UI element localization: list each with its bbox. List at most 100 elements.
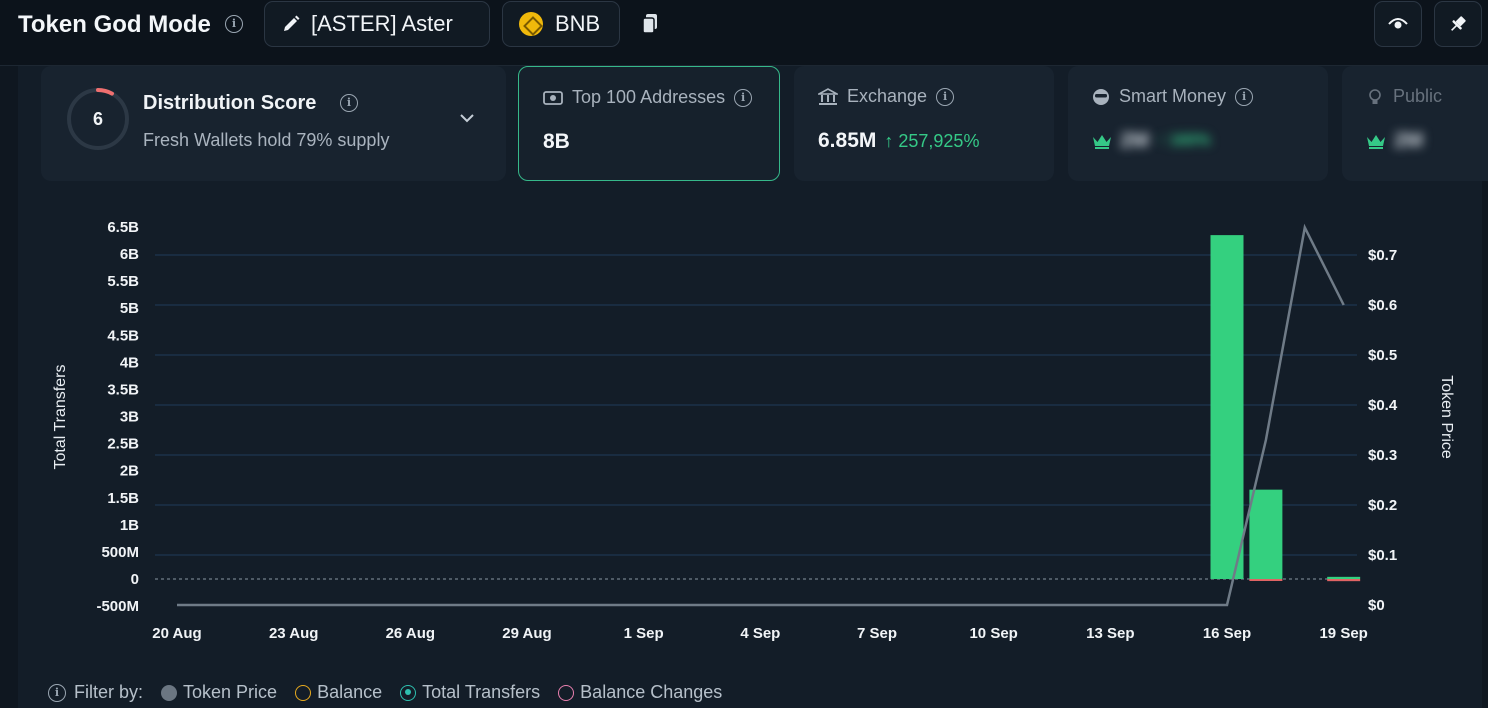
info-icon[interactable]: i [340,94,358,112]
watch-button[interactable] [1374,1,1422,47]
top-100-label-row: Top 100 Addresses i [543,87,752,108]
top-100-label: Top 100 Addresses [572,87,725,108]
filter-balance[interactable]: Balance [295,682,382,703]
token-label: [ASTER] Aster [311,11,453,37]
x-tick-label: 10 Sep [969,625,1017,642]
top-bar: Token God Mode i [ASTER] Aster BNB [0,0,1488,66]
bar-total-transfers[interactable] [1327,577,1360,579]
chain-selector-button[interactable]: BNB [502,1,620,47]
filter-total-transfers-label: Total Transfers [422,682,540,703]
exchange-card[interactable]: Exchange i 6.85M ↑ 257,925% [794,66,1054,181]
public-value: 2M [1394,129,1423,153]
x-tick-label: 7 Sep [857,625,897,642]
y-tick-label: -500M [96,598,139,615]
info-icon[interactable]: i [225,15,243,33]
copy-icon[interactable] [641,13,659,35]
top-100-addresses-card[interactable]: Top 100 Addresses i 8B [518,66,780,181]
y-tick-label: 3B [120,409,139,426]
pin-button[interactable] [1434,1,1482,47]
distribution-score-card[interactable]: 6 Distribution Score i Fresh Wallets hol… [41,66,506,181]
x-tick-label: 13 Sep [1086,625,1134,642]
y-tick-label: 4.5B [107,327,139,344]
x-tick-label: 20 Aug [152,625,201,642]
bar-total-transfers[interactable] [1211,235,1244,579]
public-figure-card[interactable]: Public 2M [1342,66,1488,181]
radio-icon [295,685,311,701]
y2-tick-label: $0.4 [1368,397,1398,414]
exchange-label: Exchange [847,86,927,107]
info-icon[interactable]: i [734,89,752,107]
y2-tick-label: $0.1 [1368,547,1397,564]
y-tick-label: 1.5B [107,490,139,507]
x-tick-label: 23 Aug [269,625,318,642]
x-tick-label: 4 Sep [740,625,780,642]
page-title: Token God Mode [18,11,211,39]
public-label: Public [1393,86,1442,107]
smart-money-change: ↑ 160% [1157,132,1210,150]
distribution-score-value: 6 [65,86,131,152]
exchange-change: ↑ 257,925% [884,131,979,152]
public-value-row: 2M [1366,129,1423,153]
sunglasses-face-icon [1092,88,1110,106]
lightbulb-icon [1366,88,1384,106]
distribution-score-title: Distribution Score [143,92,316,115]
transfers-chart[interactable]: 6.5B6B5.5B5B4.5B4B3.5B3B2.5B2B1.5B1B500M… [18,190,1468,650]
smart-money-card[interactable]: Smart Money i 2M ↑ 160% [1068,66,1328,181]
info-icon[interactable]: i [48,684,66,702]
y-tick-label: 1B [120,517,139,534]
filter-balance-changes-label: Balance Changes [580,682,722,703]
y2-tick-label: $0.3 [1368,447,1397,464]
y2-tick-label: $0 [1368,597,1385,614]
bnb-coin-icon [519,12,543,36]
exchange-value: 6.85M [818,129,876,153]
smart-money-label: Smart Money [1119,86,1226,107]
public-label-row: Public [1366,86,1442,107]
y-tick-label: 3.5B [107,381,139,398]
chain-label: BNB [555,11,600,37]
distribution-score-subtitle: Fresh Wallets hold 79% supply [143,130,389,151]
y2-tick-label: $0.2 [1368,497,1397,514]
filter-token-price[interactable]: Token Price [161,682,277,703]
eye-icon [1388,17,1408,31]
x-tick-label: 26 Aug [386,625,435,642]
filter-token-price-label: Token Price [183,682,277,703]
x-tick-label: 19 Sep [1319,625,1367,642]
y-tick-label: 4B [120,354,139,371]
y2-tick-label: $0.5 [1368,347,1397,364]
bar-total-transfers[interactable] [1249,490,1282,579]
filter-balance-label: Balance [317,682,382,703]
crown-icon [1366,133,1386,149]
filter-total-transfers[interactable]: Total Transfers [400,682,540,703]
pin-icon [1448,14,1468,34]
exchange-label-row: Exchange i [818,86,954,107]
y-tick-label: 5.5B [107,273,139,290]
y2-tick-label: $0.6 [1368,297,1397,314]
y-tick-label: 6.5B [107,219,139,236]
y-tick-label: 500M [101,544,139,561]
bar-balance-changes[interactable] [1327,579,1360,581]
y-tick-label: 5B [120,300,139,317]
top-100-value: 8B [543,130,570,154]
y-tick-label: 0 [131,571,139,588]
filter-label: i Filter by: [48,682,143,703]
smart-money-value: 2M [1120,129,1149,153]
token-selector-button[interactable]: [ASTER] Aster [264,1,490,47]
pencil-icon [281,14,301,34]
x-tick-label: 1 Sep [624,625,664,642]
crown-icon [1092,133,1112,149]
filled-dot-icon [161,685,177,701]
smart-money-value-row: 2M ↑ 160% [1092,129,1211,153]
info-icon[interactable]: i [1235,88,1253,106]
radio-icon [558,685,574,701]
chart-filter-legend: i Filter by: Token Price Balance Total T… [48,682,734,703]
filter-balance-changes[interactable]: Balance Changes [558,682,722,703]
radio-selected-icon [400,685,416,701]
exchange-value-row: 6.85M ↑ 257,925% [818,129,979,153]
y-tick-label: 2B [120,463,139,480]
info-icon[interactable]: i [936,88,954,106]
chevron-down-icon[interactable] [459,112,475,124]
bar-balance-changes[interactable] [1249,579,1282,581]
token-price-line[interactable] [177,228,1344,606]
y2-axis-title: Token Price [1438,375,1455,459]
x-tick-label: 16 Sep [1203,625,1251,642]
